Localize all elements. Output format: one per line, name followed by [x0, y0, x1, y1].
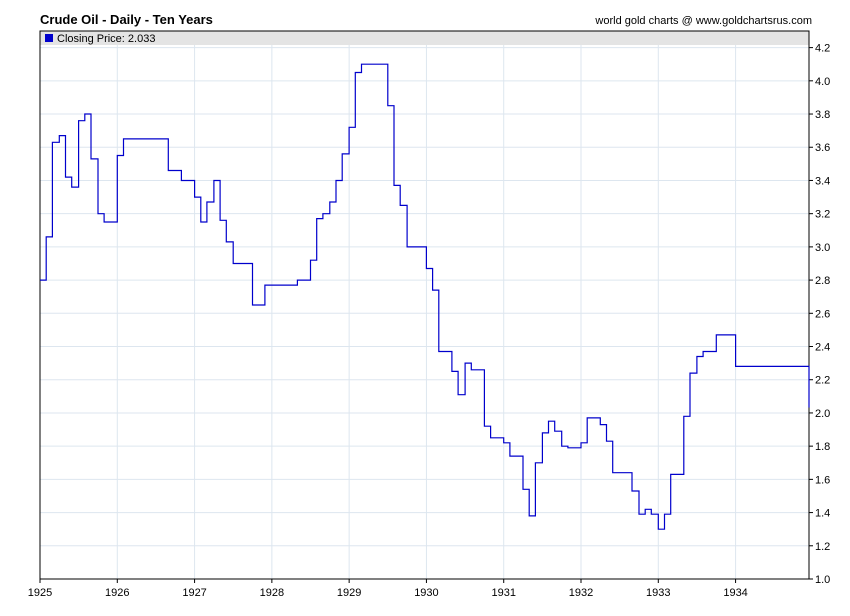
- y-tick-label: 1.8: [815, 441, 830, 453]
- y-axis: 1.0 1.2 1.4 1.6 1.8 2.0 2.2 2.4 2.6 2.8 3.0 3.2 3.4 3…: [809, 43, 830, 586]
- y-tick-label: 2.4: [815, 342, 830, 354]
- x-tick-label: 1926: [105, 587, 129, 599]
- series-line-closing-price: [40, 63, 810, 530]
- x-tick-label: 1927: [182, 587, 206, 599]
- y-tick-label: 3.2: [815, 209, 830, 221]
- y-tick-label: 1.4: [815, 508, 830, 520]
- x-tick-label: 1929: [337, 587, 361, 599]
- crude-oil-chart: Closing Price: 2.033 1925 1926 1927 1928 192…: [28, 30, 830, 599]
- x-tick-label: 1928: [260, 587, 284, 599]
- plot-frame: [39, 30, 810, 580]
- legend-label: Closing Price: 2.033: [57, 33, 155, 45]
- y-tick-label: 3.4: [815, 175, 830, 187]
- y-tick-label: 1.2: [815, 541, 830, 553]
- grid-lines: [39, 31, 809, 580]
- x-tick-label: 1930: [414, 587, 438, 599]
- y-tick-label: 4.0: [815, 76, 830, 88]
- y-tick-label: 3.6: [815, 142, 830, 154]
- y-tick-label: 2.0: [815, 408, 830, 420]
- x-tick-label: 1932: [569, 587, 593, 599]
- y-tick-label: 3.8: [815, 109, 830, 121]
- x-tick-label: 1933: [646, 587, 670, 599]
- x-axis: 1925 1926 1927 1928 1929 1930 1931 1932 1933 1934: [28, 579, 748, 599]
- x-tick-label: 1925: [28, 587, 52, 599]
- y-tick-label: 2.8: [815, 275, 830, 287]
- y-tick-label: 2.6: [815, 308, 830, 320]
- y-tick-label: 1.6: [815, 474, 830, 486]
- x-tick-label: 1931: [491, 587, 515, 599]
- y-tick-label: 4.2: [815, 43, 830, 55]
- y-tick-label: 2.2: [815, 375, 830, 387]
- legend-swatch: [45, 34, 53, 42]
- y-tick-label: 3.0: [815, 242, 830, 254]
- y-tick-label: 1.0: [815, 574, 830, 586]
- x-tick-label: 1934: [723, 587, 747, 599]
